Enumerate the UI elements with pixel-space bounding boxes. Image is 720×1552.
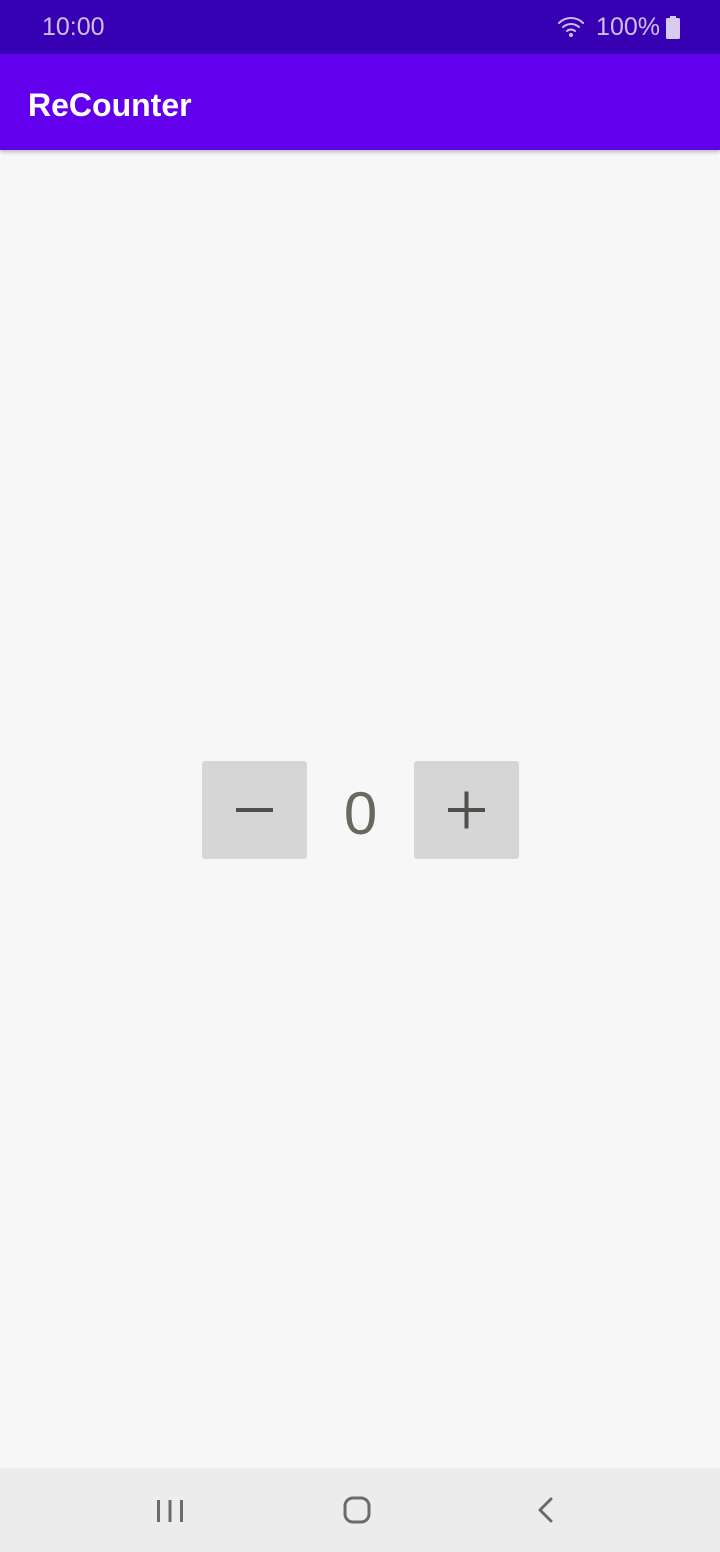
increment-button[interactable] [414, 761, 519, 859]
home-icon [343, 1496, 371, 1524]
recents-icon [157, 1500, 183, 1522]
counter-value: 0 [343, 780, 378, 847]
back-button[interactable] [525, 1490, 565, 1530]
battery-percentage: 100% [596, 13, 660, 41]
status-indicators: 100% [558, 12, 680, 42]
home-button[interactable] [337, 1490, 377, 1530]
wifi-icon [558, 17, 585, 37]
counter: 0 [202, 761, 519, 859]
minus-icon [236, 808, 273, 812]
navigation-bar [0, 1468, 720, 1552]
status-time: 10:00 [42, 13, 105, 41]
battery-icon [666, 15, 680, 39]
decrement-button[interactable] [202, 761, 307, 859]
back-icon [538, 1497, 553, 1523]
status-bar: 10:00 100% [0, 0, 720, 54]
app-title: ReCounter [28, 87, 192, 123]
plus-icon [448, 791, 485, 829]
recents-button[interactable] [150, 1490, 190, 1530]
app-bar: ReCounter [0, 54, 720, 150]
